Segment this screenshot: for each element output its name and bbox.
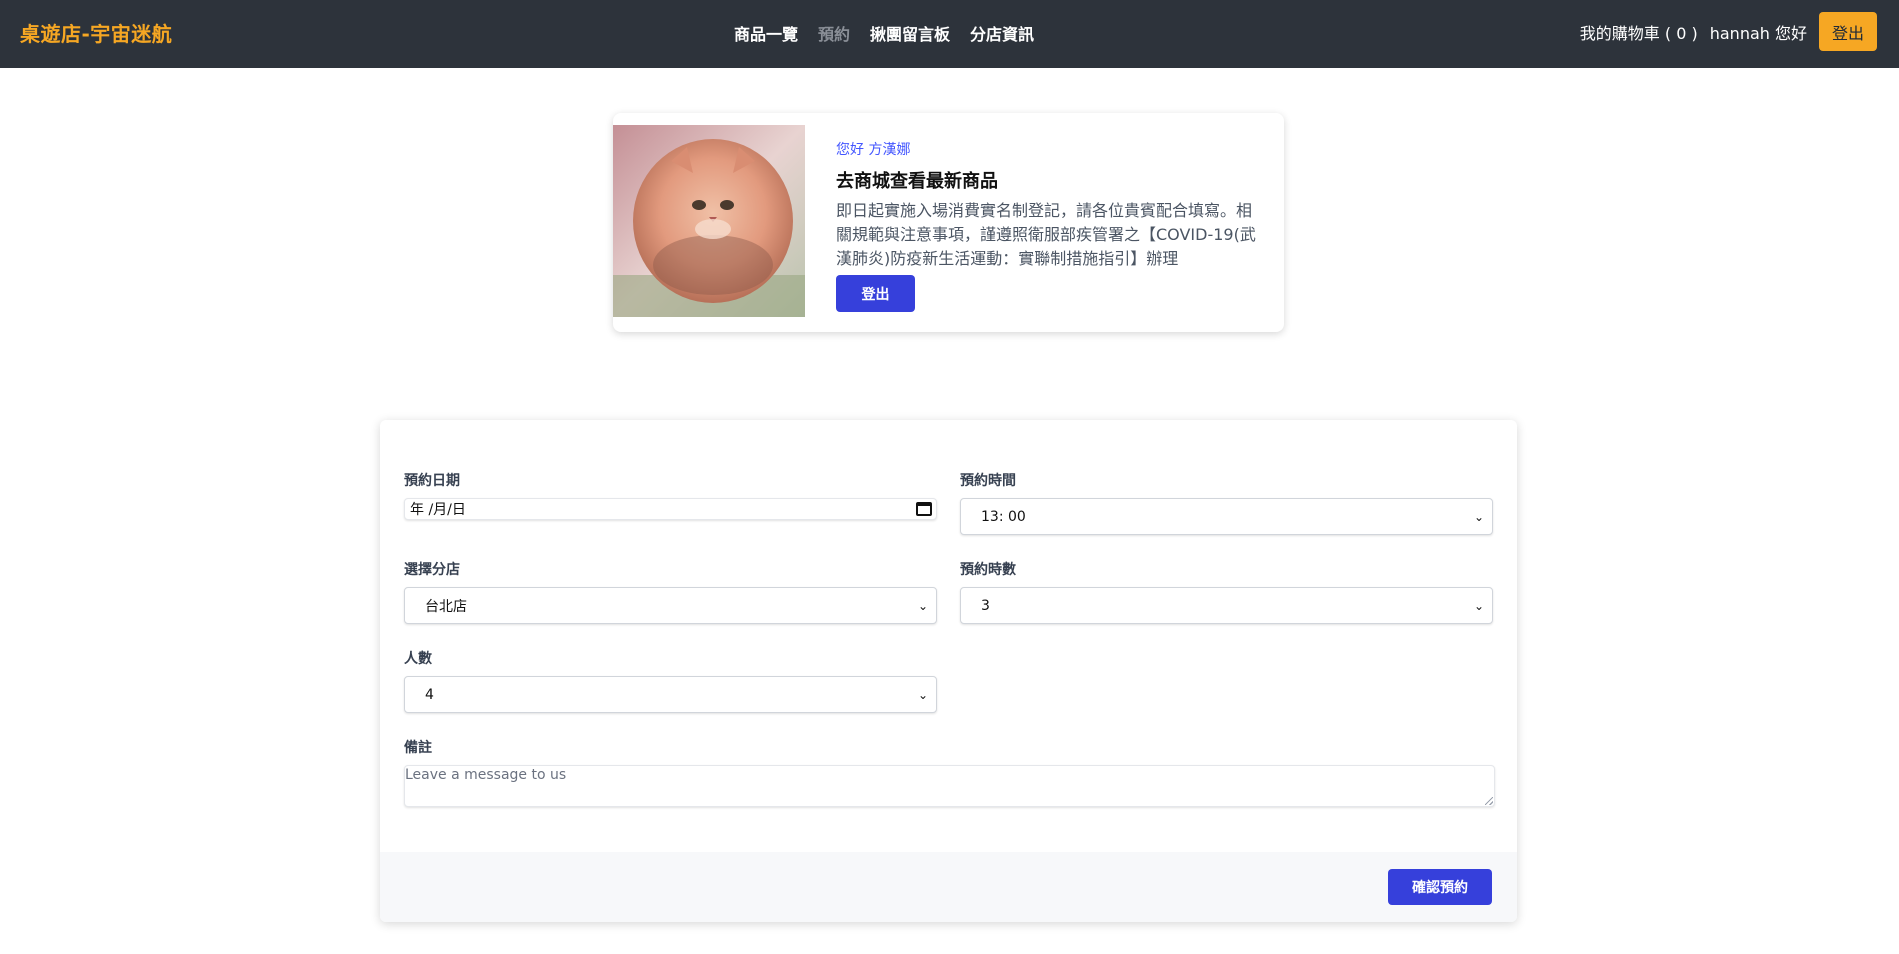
nav-link-reservation[interactable]: 預約	[818, 21, 850, 45]
time-field: 預約時間 13: 00 ⌄	[960, 470, 1493, 535]
nav-user-area: 我的購物車 ( 0 ) hannah 您好 登出	[1580, 12, 1877, 51]
time-value: 13: 00	[981, 508, 1026, 525]
date-field: 預約日期 年 /月/日	[404, 470, 937, 520]
brand-logo[interactable]: 桌遊店-宇宙迷航	[20, 18, 172, 47]
user-greeting-name: 您好 方漢娜	[836, 142, 911, 158]
note-textarea[interactable]: Leave a message to us	[404, 765, 1495, 807]
chevron-down-icon: ⌄	[917, 598, 928, 613]
cart-link[interactable]: 我的購物車 ( 0 )	[1580, 20, 1698, 44]
confirm-reservation-button[interactable]: 確認預約	[1388, 869, 1492, 905]
cat-photo	[613, 125, 805, 317]
card-logout-button[interactable]: 登出	[836, 275, 915, 312]
date-input[interactable]: 年 /月/日	[404, 498, 937, 520]
date-label: 預約日期	[404, 473, 460, 489]
calendar-icon[interactable]	[916, 502, 932, 516]
time-select[interactable]: 13: 00 ⌄	[960, 498, 1493, 535]
hours-label: 預約時數	[960, 562, 1016, 578]
chevron-down-icon: ⌄	[1473, 598, 1484, 613]
branch-field: 選擇分店 台北店 ⌄	[404, 559, 937, 624]
resize-handle-icon[interactable]	[1485, 797, 1493, 805]
nav-link-message-board[interactable]: 揪團留言板	[870, 21, 950, 45]
note-label: 備註	[404, 740, 432, 756]
profile-card: 您好 方漢娜 去商城查看最新商品 即日起實施入場消費實名制登記，請各位貴賓配合填…	[613, 113, 1284, 332]
branch-value: 台北店	[425, 598, 467, 615]
reservation-form: 預約日期 年 /月/日 預約時間 13: 00 ⌄ 選擇分店 台北店 ⌄ 預約時…	[380, 420, 1517, 922]
hours-select[interactable]: 3 ⌄	[960, 587, 1493, 624]
chevron-down-icon: ⌄	[917, 687, 928, 702]
nav-link-branches[interactable]: 分店資訊	[970, 21, 1034, 45]
hours-field: 預約時數 3 ⌄	[960, 559, 1493, 624]
nav-link-products[interactable]: 商品一覽	[734, 21, 798, 45]
profile-card-body: 您好 方漢娜 去商城查看最新商品 即日起實施入場消費實名制登記，請各位貴賓配合填…	[836, 139, 1266, 312]
note-placeholder: Leave a message to us	[405, 767, 567, 783]
nav-links: 商品一覽 預約 揪團留言板 分店資訊	[734, 21, 1034, 45]
people-label: 人數	[404, 651, 432, 667]
form-footer: 確認預約	[380, 852, 1517, 922]
user-greeting: hannah 您好	[1709, 23, 1807, 43]
logout-button[interactable]: 登出	[1819, 12, 1877, 51]
people-field: 人數 4 ⌄	[404, 648, 937, 713]
card-title: 去商城查看最新商品	[836, 171, 998, 192]
branch-label: 選擇分店	[404, 562, 460, 578]
people-select[interactable]: 4 ⌄	[404, 676, 937, 713]
branch-select[interactable]: 台北店 ⌄	[404, 587, 937, 624]
time-label: 預約時間	[960, 473, 1016, 489]
note-field: 備註 Leave a message to us	[404, 737, 1495, 807]
people-value: 4	[425, 686, 434, 703]
hours-value: 3	[981, 597, 990, 614]
top-navbar: 桌遊店-宇宙迷航 商品一覽 預約 揪團留言板 分店資訊 我的購物車 ( 0 ) …	[0, 0, 1899, 68]
card-description: 即日起實施入場消費實名制登記，請各位貴賓配合填寫。相關規範與注意事項，謹遵照衛服…	[836, 201, 1256, 268]
date-value: 年 /月/日	[410, 502, 466, 518]
chevron-down-icon: ⌄	[1473, 509, 1484, 524]
